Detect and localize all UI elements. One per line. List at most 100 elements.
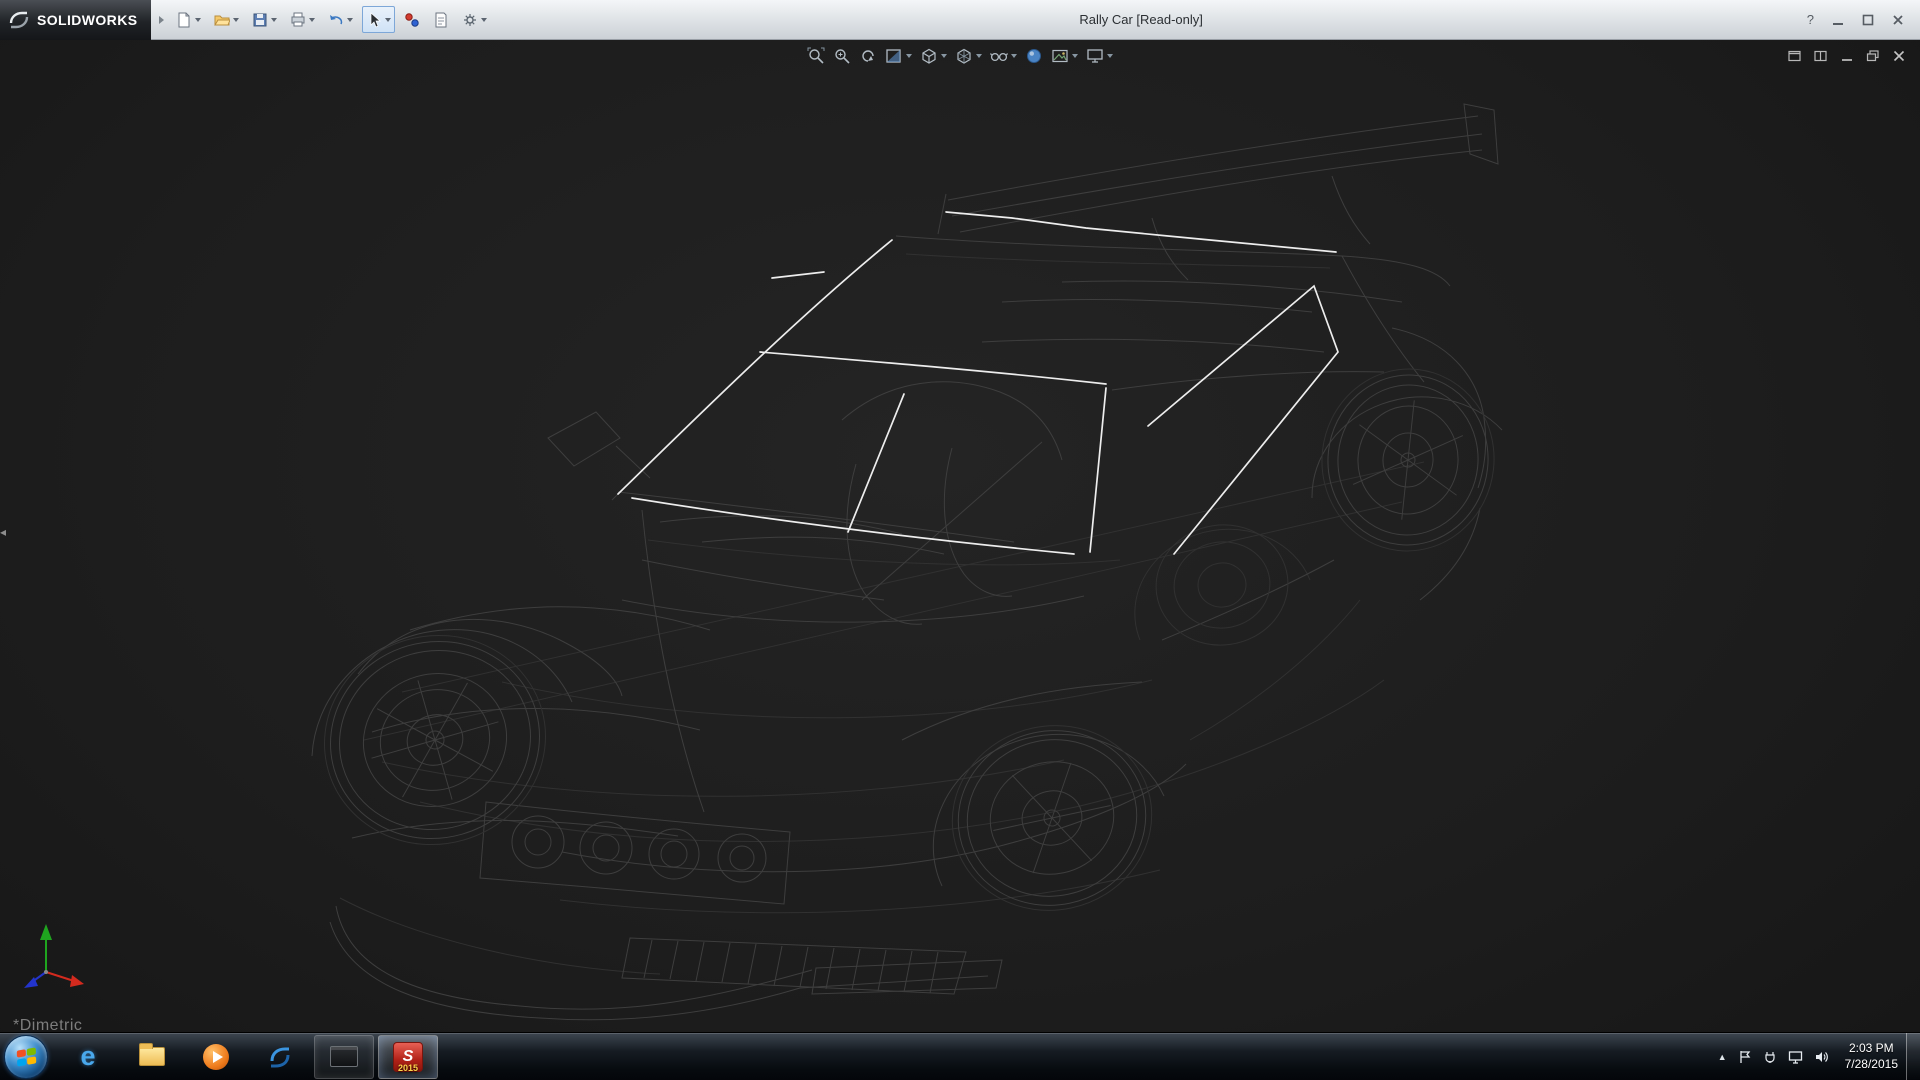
brand-text: SOLIDWORKS xyxy=(37,12,137,28)
zoom-to-area-button[interactable] xyxy=(833,47,851,65)
document-close-button[interactable] xyxy=(1892,50,1906,62)
section-view-button[interactable] xyxy=(885,47,912,65)
window-title: Rally Car [Read-only] xyxy=(491,12,1790,27)
previous-view-button[interactable] xyxy=(859,47,877,65)
rebuild-icon xyxy=(404,12,420,28)
window-controls: ? xyxy=(1791,13,1920,26)
view-orientation-cube-icon xyxy=(920,47,938,65)
new-document-button[interactable] xyxy=(172,6,205,33)
view-settings-button[interactable] xyxy=(1086,47,1113,65)
desktop-screen: SOLIDWORKS xyxy=(0,0,1920,1080)
solidworks-launcher-icon xyxy=(267,1044,293,1070)
dropdown-arrow-icon[interactable] xyxy=(976,54,982,58)
display-style-button[interactable] xyxy=(955,47,982,65)
windows-flag-icon xyxy=(16,1047,36,1066)
dropdown-arrow-icon[interactable] xyxy=(233,18,239,22)
show-desktop-button[interactable] xyxy=(1906,1033,1920,1080)
dropdown-arrow-icon[interactable] xyxy=(481,18,487,22)
display-network-icon[interactable] xyxy=(1788,1050,1803,1064)
view-orientation-label: *Dimetric xyxy=(13,1017,82,1032)
dropdown-arrow-icon[interactable] xyxy=(385,18,391,22)
volume-icon[interactable] xyxy=(1814,1050,1829,1064)
graphics-area[interactable]: *Dimetric ◂ xyxy=(0,40,1920,1032)
taskbar-media-player-button[interactable] xyxy=(186,1035,246,1079)
print-button[interactable] xyxy=(286,6,319,33)
section-view-icon xyxy=(885,47,903,65)
view-orientation-button[interactable] xyxy=(920,47,947,65)
title-bar: SOLIDWORKS xyxy=(0,0,1920,40)
taskbar-explorer-button[interactable] xyxy=(122,1035,182,1079)
internet-explorer-icon: e xyxy=(80,1041,95,1072)
action-center-flag-icon[interactable] xyxy=(1738,1050,1752,1064)
clock-date: 7/28/2015 xyxy=(1845,1057,1898,1073)
dropdown-arrow-icon[interactable] xyxy=(309,18,315,22)
close-button[interactable] xyxy=(1892,14,1904,26)
heads-up-view-toolbar xyxy=(807,47,1113,65)
select-tool-button[interactable] xyxy=(362,6,395,33)
maximize-button[interactable] xyxy=(1862,14,1874,26)
show-hidden-icons-button[interactable]: ▲ xyxy=(1718,1052,1727,1062)
dropdown-arrow-icon[interactable] xyxy=(1072,54,1078,58)
document-minimize-button[interactable] xyxy=(1840,50,1854,62)
edit-appearance-ball-icon xyxy=(1025,47,1043,65)
open-document-button[interactable] xyxy=(210,6,243,33)
display-style-icon xyxy=(955,47,973,65)
options-button[interactable] xyxy=(458,6,491,33)
dropdown-arrow-icon[interactable] xyxy=(271,18,277,22)
solidworks-version-badge: 2015 xyxy=(394,1063,422,1073)
undo-arrow-icon xyxy=(328,12,344,28)
hide-show-items-button[interactable] xyxy=(990,47,1017,65)
edit-appearance-button[interactable] xyxy=(1025,47,1043,65)
dropdown-arrow-icon[interactable] xyxy=(1107,54,1113,58)
media-player-icon xyxy=(203,1044,229,1070)
split-window-icon[interactable] xyxy=(1814,50,1828,62)
panel-collapse-arrow-icon[interactable]: ◂ xyxy=(0,526,6,538)
taskbar-solidworks-launcher-button[interactable] xyxy=(250,1035,310,1079)
windows-explorer-icon xyxy=(139,1047,165,1066)
rebuild-button[interactable] xyxy=(400,6,424,33)
taskbar-internet-explorer-button[interactable]: e xyxy=(58,1035,118,1079)
power-plug-icon[interactable] xyxy=(1763,1050,1777,1064)
windows-taskbar: e S 2015 ▲ xyxy=(0,1032,1920,1080)
x-axis-arrow xyxy=(70,975,84,987)
minimize-button[interactable] xyxy=(1832,14,1844,26)
standard-toolbar xyxy=(172,6,491,33)
solidworks-logo-icon xyxy=(8,9,30,31)
command-window-icon xyxy=(330,1046,358,1067)
new-window-icon[interactable] xyxy=(1788,50,1802,62)
file-properties-button[interactable] xyxy=(429,6,453,33)
coordinate-triad xyxy=(10,918,98,1006)
document-window-controls xyxy=(1788,50,1906,62)
select-cursor-icon xyxy=(366,12,382,28)
view-settings-icon xyxy=(1086,47,1104,65)
help-icon[interactable]: ? xyxy=(1807,13,1814,26)
save-button[interactable] xyxy=(248,6,281,33)
dropdown-arrow-icon[interactable] xyxy=(1011,54,1017,58)
solidworks-logo[interactable]: SOLIDWORKS xyxy=(0,0,151,40)
brand-expand-arrow-icon[interactable] xyxy=(159,16,164,24)
clock-time: 2:03 PM xyxy=(1845,1041,1898,1057)
system-tray: ▲ xyxy=(1710,1050,1837,1064)
taskbar-solidworks-2015-button[interactable]: S 2015 xyxy=(378,1035,438,1079)
model-canvas-wireframe-car[interactable] xyxy=(0,40,1920,1032)
taskbar-clock[interactable]: 2:03 PM 7/28/2015 xyxy=(1837,1041,1906,1072)
hide-show-glasses-icon xyxy=(990,47,1008,65)
start-button[interactable] xyxy=(4,1035,48,1079)
previous-view-icon xyxy=(859,47,877,65)
solidworks-2015-icon: S 2015 xyxy=(393,1042,423,1072)
apply-scene-button[interactable] xyxy=(1051,47,1078,65)
print-icon xyxy=(290,12,306,28)
dropdown-arrow-icon[interactable] xyxy=(347,18,353,22)
dropdown-arrow-icon[interactable] xyxy=(195,18,201,22)
dropdown-arrow-icon[interactable] xyxy=(941,54,947,58)
document-restore-button[interactable] xyxy=(1866,50,1880,62)
y-axis-arrow xyxy=(40,924,52,940)
undo-button[interactable] xyxy=(324,6,357,33)
zoom-to-area-icon xyxy=(833,47,851,65)
save-floppy-icon xyxy=(252,12,268,28)
file-properties-icon xyxy=(433,12,449,28)
taskbar-command-window-button[interactable] xyxy=(314,1035,374,1079)
dropdown-arrow-icon[interactable] xyxy=(906,54,912,58)
zoom-to-fit-button[interactable] xyxy=(807,47,825,65)
new-document-icon xyxy=(176,12,192,28)
